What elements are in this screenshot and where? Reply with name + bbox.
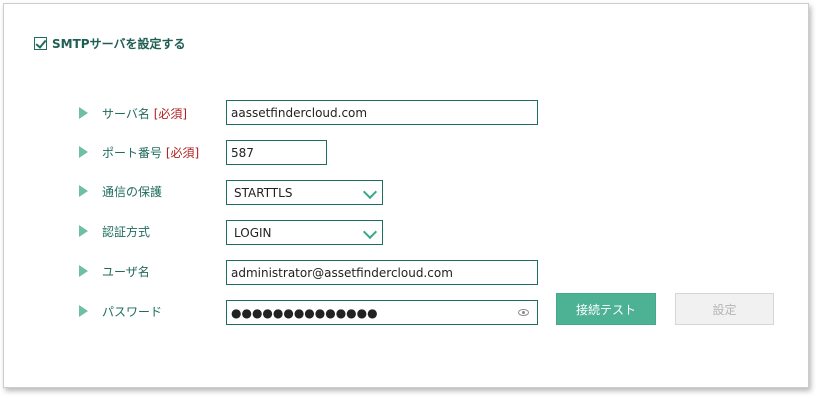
password-value: ●●●●●●●●●●●●●● — [231, 305, 378, 320]
row-arrow-icon — [79, 225, 88, 237]
chevron-down-icon — [362, 224, 378, 240]
save-button[interactable]: 設定 — [675, 293, 774, 325]
required-marker: [必須] — [153, 106, 188, 121]
auth-row: 認証方式 — [79, 219, 150, 243]
auth-select[interactable]: LOGIN — [226, 220, 383, 245]
security-label: 通信の保護 — [102, 184, 163, 199]
auth-label: 認証方式 — [102, 224, 151, 239]
password-row: パスワード — [79, 299, 162, 323]
security-select[interactable]: STARTTLS — [226, 180, 383, 205]
password-label: パスワード — [102, 304, 163, 319]
connection-test-button[interactable]: 接続テスト — [556, 293, 656, 325]
server-input[interactable]: aassetfindercloud.com — [226, 100, 538, 125]
row-arrow-icon — [79, 305, 88, 317]
smtp-enable-label: SMTPサーバを設定する — [52, 37, 186, 51]
security-row: 通信の保護 — [79, 179, 162, 203]
port-input[interactable]: 587 — [226, 140, 327, 165]
port-row: ポート番号 [必須] — [79, 140, 199, 164]
server-label: サーバ名 [必須] — [102, 106, 188, 121]
server-row: サーバ名 [必須] — [79, 101, 187, 125]
required-marker: [必須] — [165, 145, 200, 160]
row-arrow-icon — [79, 146, 88, 158]
smtp-enable-checkbox[interactable]: SMTPサーバを設定する — [34, 35, 185, 52]
checkbox-check-icon[interactable] — [34, 37, 47, 50]
password-input[interactable]: ●●●●●●●●●●●●●● — [226, 300, 538, 325]
username-input[interactable]: administrator@assetfindercloud.com — [226, 260, 538, 285]
username-label: ユーザ名 — [102, 264, 150, 279]
port-label: ポート番号 [必須] — [102, 145, 200, 160]
row-arrow-icon — [79, 185, 88, 197]
username-row: ユーザ名 — [79, 259, 150, 283]
row-arrow-icon — [79, 107, 88, 119]
chevron-down-icon — [362, 184, 378, 200]
eye-icon[interactable] — [518, 309, 529, 316]
row-arrow-icon — [79, 265, 88, 277]
